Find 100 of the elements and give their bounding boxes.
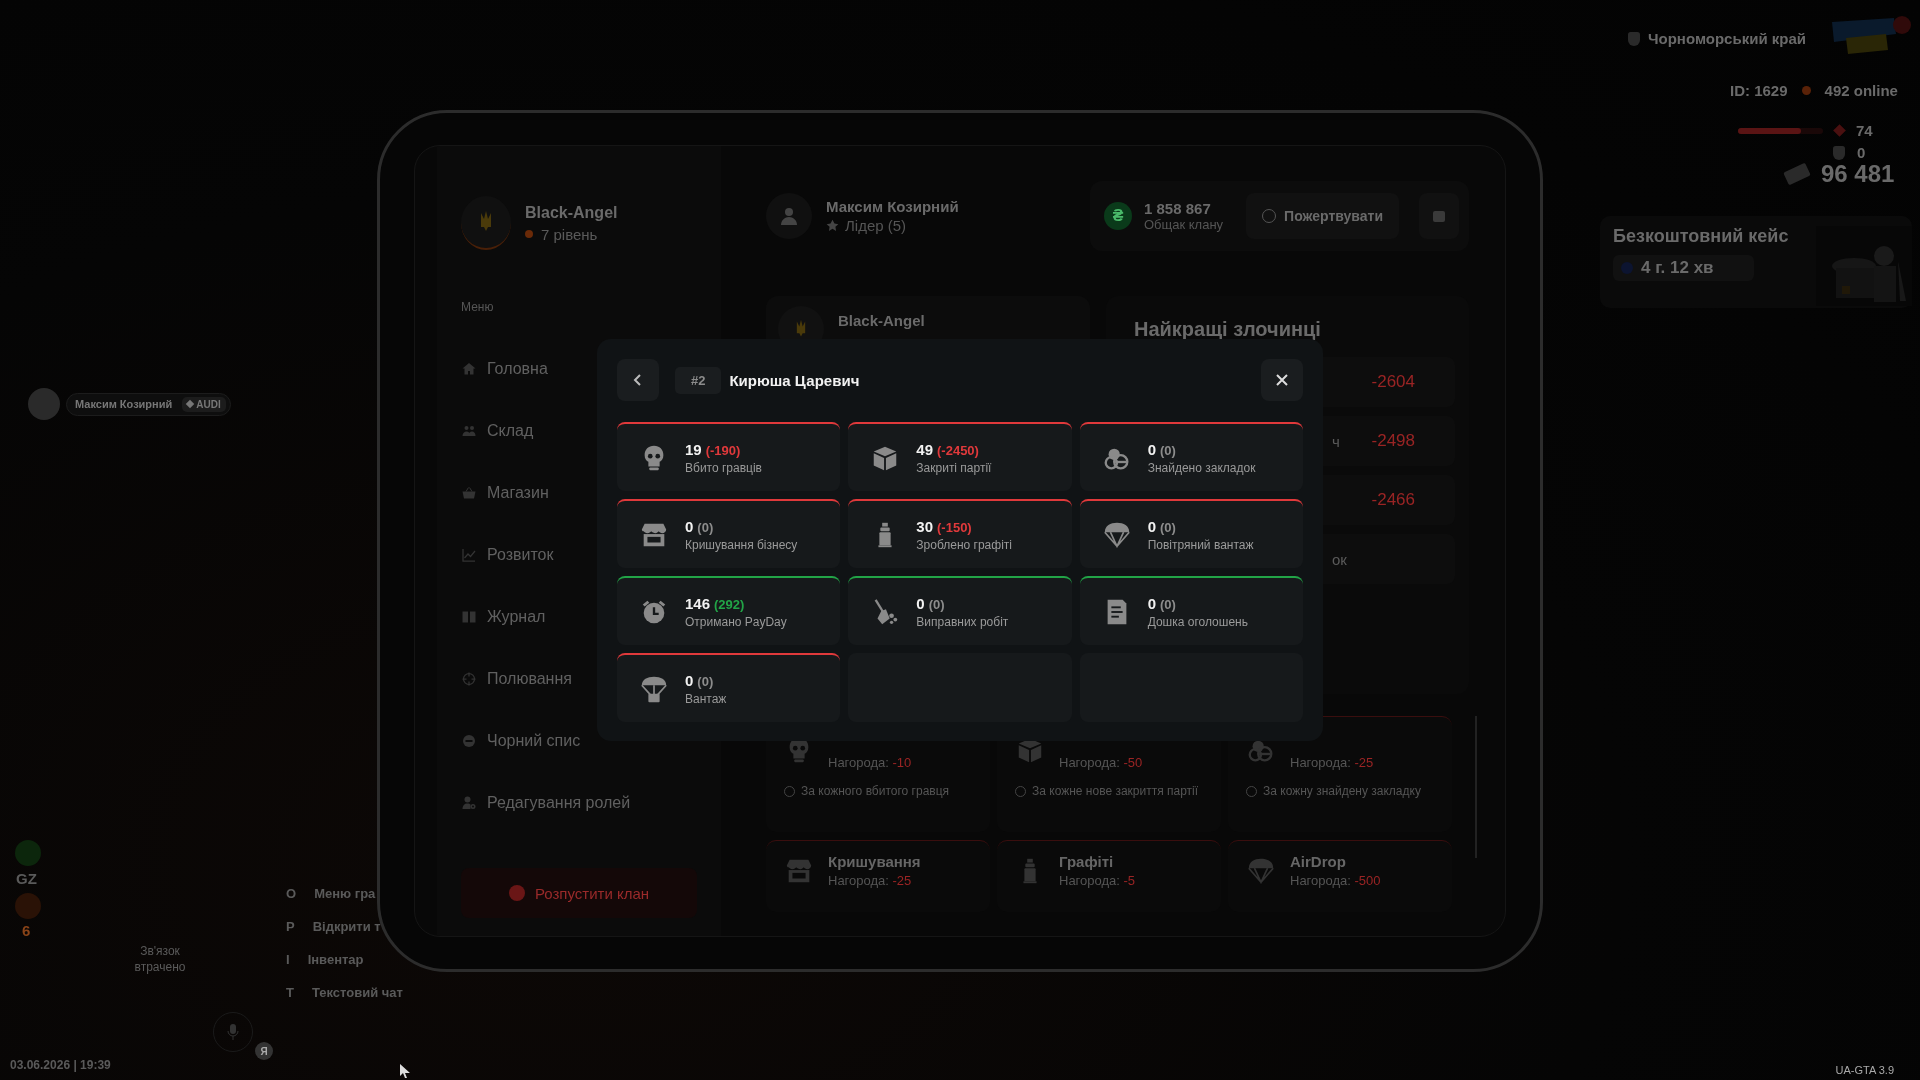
user-avatar-icon bbox=[766, 193, 812, 239]
treasury-amount: 1 858 867 bbox=[1144, 200, 1212, 217]
hotkey-label: Відкрити т bbox=[312, 919, 381, 935]
hotkey: T bbox=[286, 985, 294, 1001]
stat-value: 19 (-190) bbox=[685, 440, 742, 458]
menu-item[interactable]: Головна bbox=[461, 338, 548, 400]
case-title: Безкоштовний кейс bbox=[1613, 226, 1789, 247]
stat-value: 30 (-150) bbox=[916, 517, 973, 535]
stat-label: Повітряний вантаж bbox=[1147, 537, 1254, 552]
stat-value: 0 (0) bbox=[685, 671, 715, 689]
stat-label: Знайдено закладок bbox=[1147, 460, 1256, 475]
stat-value: 0 (0) bbox=[1147, 517, 1177, 535]
member-role: Лідер (5) bbox=[845, 217, 907, 234]
reward-amount: Нагорода: -25 bbox=[1290, 755, 1374, 770]
stat-label: Вантаж bbox=[685, 691, 727, 706]
donate-button[interactable]: Пожертвувати bbox=[1246, 193, 1399, 239]
basket-icon bbox=[461, 485, 477, 501]
shield-icon bbox=[1628, 31, 1640, 46]
status-dot bbox=[1801, 86, 1811, 95]
hotkey-label: Меню гра bbox=[314, 886, 376, 902]
stat-label: Кришування бізнесу bbox=[685, 537, 798, 552]
armor-reading: 0 bbox=[1857, 144, 1866, 161]
back-button[interactable] bbox=[617, 359, 659, 401]
chart-icon bbox=[461, 547, 477, 563]
stat-label: Отримано PayDay bbox=[685, 614, 787, 629]
close-icon bbox=[1275, 373, 1289, 387]
hotkey: O bbox=[286, 886, 297, 902]
menu-item[interactable]: Журнал bbox=[461, 586, 546, 648]
date-time: 03.06.2026 | 19:39 bbox=[10, 1058, 111, 1072]
reward-amount: Нагорода: -10 bbox=[828, 755, 912, 770]
zone-label: GZ bbox=[16, 870, 37, 887]
player-name: Кирюша Царевич bbox=[729, 371, 860, 389]
money-amount: 96 481 bbox=[1821, 160, 1895, 188]
disband-button[interactable]: Розпустити клан bbox=[461, 868, 697, 918]
level-dot bbox=[525, 230, 533, 238]
clan-emblem bbox=[461, 196, 511, 250]
menu-item[interactable]: Редагування ролей bbox=[461, 772, 631, 834]
version-label: UA-GTA 3.9 bbox=[1835, 1064, 1894, 1076]
logo-icon bbox=[1830, 14, 1912, 54]
rank-label: #2 bbox=[675, 366, 722, 394]
reward-amount: Нагорода: -25 bbox=[828, 873, 913, 888]
menu-item[interactable]: Магазин bbox=[461, 462, 549, 524]
player-tag: Максим Козирний AUDI bbox=[66, 392, 231, 416]
reward-title: Графіті bbox=[1059, 853, 1115, 870]
stat-label: Дошка оголошень bbox=[1147, 614, 1248, 629]
user-gear-icon bbox=[461, 795, 477, 811]
reward-note: За кожну знайдену закладку bbox=[1263, 784, 1421, 799]
voice-badge: Я bbox=[255, 1042, 273, 1060]
stat-label: Виправних робіт bbox=[916, 614, 1009, 629]
home-icon bbox=[461, 361, 477, 377]
stat-value: 49 (-2450) bbox=[916, 440, 980, 458]
armor-icon bbox=[1833, 145, 1845, 160]
reward-note: За кожного вбитого гравця bbox=[801, 784, 950, 799]
cursor-icon bbox=[400, 1064, 410, 1078]
stat-value: 146 (292) bbox=[685, 594, 746, 612]
connection-status: Зв'язок втрачено bbox=[133, 944, 187, 976]
zone-icon bbox=[15, 840, 41, 866]
menu-item[interactable]: Склад bbox=[461, 400, 534, 462]
reward-note: За кожне нове закриття партії bbox=[1032, 784, 1199, 799]
member-name: Максим Козирний bbox=[826, 198, 959, 215]
player-id: ID: 1629 bbox=[1730, 82, 1788, 99]
hotkey-label: Інвентар bbox=[307, 952, 364, 968]
menu-heading: Меню bbox=[461, 300, 494, 314]
clan-level: 7 рівень bbox=[541, 225, 598, 243]
stat-label: Закриті партії bbox=[916, 460, 992, 475]
wanted-icon bbox=[15, 893, 41, 919]
stat-value: 0 (0) bbox=[1147, 440, 1177, 458]
minus-circle-icon bbox=[461, 733, 477, 749]
stat-label: Вбито гравців bbox=[685, 460, 762, 475]
stat-value: 0 (0) bbox=[916, 594, 946, 612]
star-icon bbox=[826, 219, 839, 232]
reward-title: Кришування bbox=[828, 853, 921, 870]
people-icon bbox=[461, 423, 477, 439]
menu-item[interactable]: Полювання bbox=[461, 648, 572, 710]
leaderboard-title: Найкращі злочинці bbox=[1134, 318, 1322, 341]
online-count: 492 online bbox=[1824, 82, 1898, 99]
stat-value: 0 (0) bbox=[685, 517, 715, 535]
menu-item[interactable]: Чорний спис bbox=[461, 710, 581, 772]
hotkey: I bbox=[286, 952, 290, 968]
close-button[interactable] bbox=[1261, 359, 1303, 401]
case-banner[interactable]: Безкоштовний кейс 4 г. 12 хв bbox=[1600, 216, 1912, 308]
book-icon bbox=[461, 609, 477, 625]
avatar bbox=[28, 388, 60, 420]
reward-amount: Нагорода: -50 bbox=[1059, 755, 1143, 770]
stat-label: Зроблено графіті bbox=[916, 537, 1012, 552]
stat-value: 0 (0) bbox=[1147, 594, 1177, 612]
reward-title: AirDrop bbox=[1290, 853, 1347, 870]
reward-amount: Нагорода: -500 bbox=[1290, 873, 1381, 888]
region-name: Чорноморський край bbox=[1648, 30, 1807, 47]
clan-name: Black-Angel bbox=[525, 203, 618, 222]
hotkey: P bbox=[286, 919, 295, 935]
hotkey-label: Текстовий чат bbox=[311, 985, 403, 1001]
health-reading: 74 bbox=[1856, 122, 1873, 139]
microphone-icon bbox=[227, 1023, 239, 1041]
reward-amount: Нагорода: -5 bbox=[1059, 873, 1136, 888]
wanted-level: 6 bbox=[22, 922, 31, 939]
menu-item[interactable]: Розвиток bbox=[461, 524, 554, 586]
clan-name: Black-Angel bbox=[838, 312, 925, 329]
archive-button[interactable] bbox=[1419, 193, 1459, 239]
currency-icon: ₴ bbox=[1104, 202, 1132, 230]
